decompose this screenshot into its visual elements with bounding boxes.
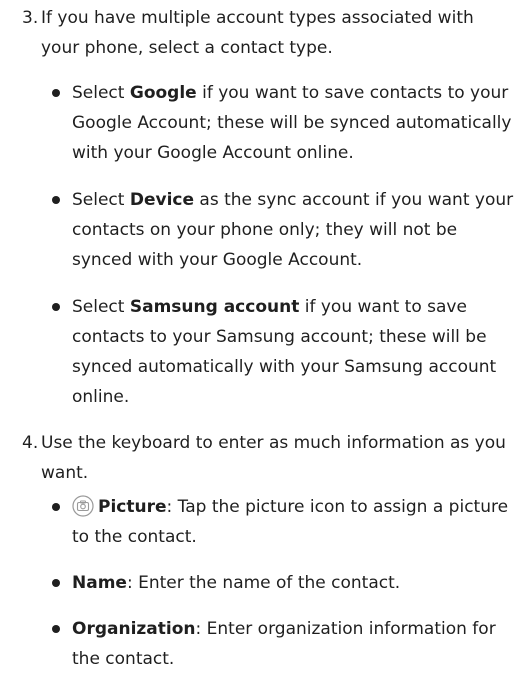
bullet-dot <box>52 579 60 587</box>
bullet-pre: Select <box>72 83 130 103</box>
bullet-text: Organization: Enter organization informa… <box>72 614 522 674</box>
bullet-text: Name: Enter the name of the contact. <box>72 568 522 598</box>
step-text: If you have multiple account types assoc… <box>41 8 474 58</box>
bullet-bold: Name <box>72 573 127 593</box>
bullet-bold: Samsung account <box>129 297 300 317</box>
bullet-text: Select Google if you want to save contac… <box>72 78 522 168</box>
bullet-post: : Enter the name of the contact. <box>126 573 401 593</box>
bullet-bold: Google <box>129 83 197 103</box>
step-number: 4. <box>22 433 39 453</box>
bullet-dot <box>52 625 60 633</box>
bullet-text: Select Device as the sync account if you… <box>72 185 522 275</box>
document-page: 3. If you have multiple account types as… <box>0 0 527 669</box>
bullet-bold: Device <box>129 190 195 210</box>
step-text: Use the keyboard to enter as much inform… <box>41 433 506 483</box>
bullet-bold: Picture <box>98 497 167 517</box>
step-number: 3. <box>22 8 39 28</box>
bullet-bold: Organization <box>72 619 196 639</box>
bullet-pre: Select <box>72 190 130 210</box>
bullet-dot <box>52 89 60 97</box>
bullet-text: Picture: Tap the picture icon to assign … <box>72 492 522 552</box>
bullet-dot <box>52 303 60 311</box>
bullet-dot <box>52 503 60 511</box>
bullet-pre: Select <box>72 297 130 317</box>
bullet-text: Select Samsung account if you want to sa… <box>72 292 522 412</box>
camera-icon <box>72 495 94 517</box>
bullet-dot <box>52 196 60 204</box>
